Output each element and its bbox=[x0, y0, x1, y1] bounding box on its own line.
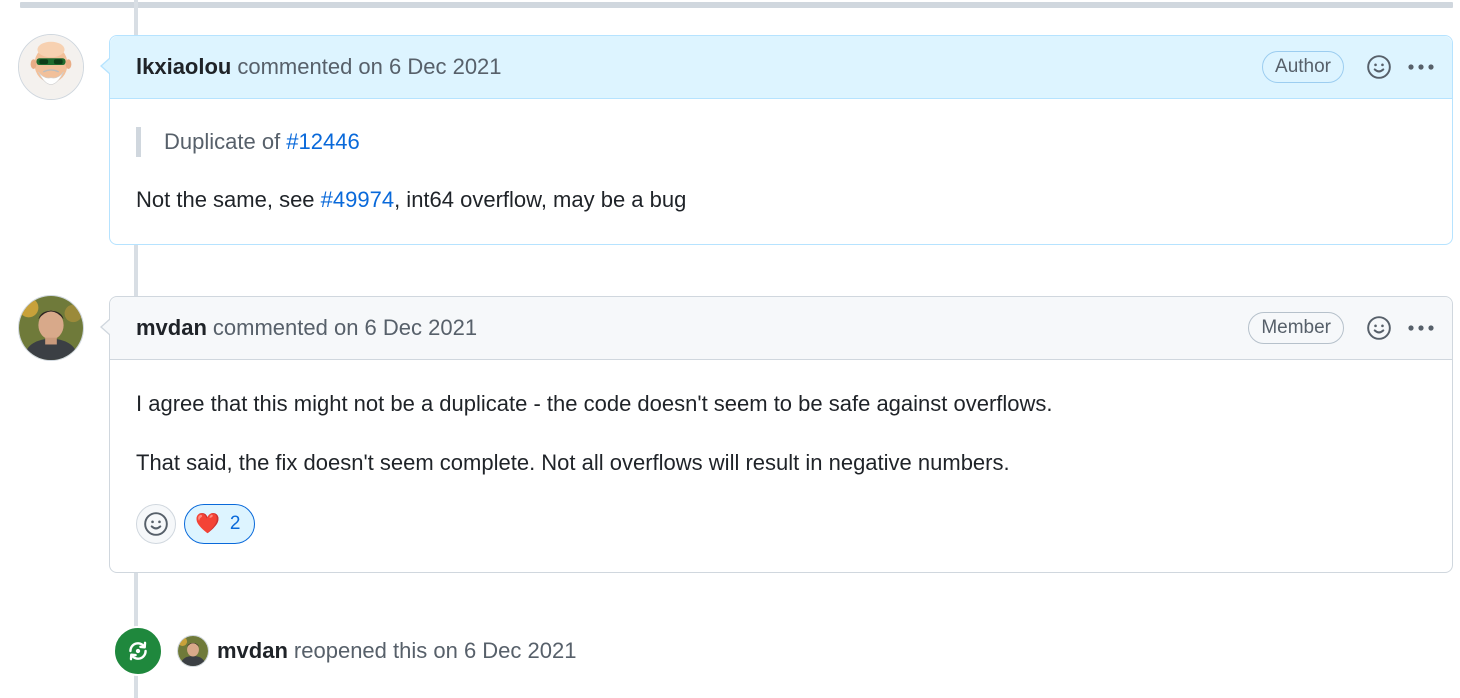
reopened-event: mvdan reopened this on 6 Dec 2021 bbox=[113, 626, 576, 676]
comment-options-button[interactable] bbox=[1406, 313, 1436, 343]
avatar-lkxiaolou[interactable] bbox=[18, 34, 84, 100]
add-reaction-button[interactable] bbox=[1364, 52, 1394, 82]
comment-paragraph: Not the same, see #49974, int64 overflow… bbox=[136, 185, 1426, 215]
comment-paragraph: I agree that this might not be a duplica… bbox=[136, 391, 1053, 416]
avatar-mvdan[interactable] bbox=[18, 295, 84, 361]
comment-timestamp[interactable]: commented on 6 Dec 2021 bbox=[237, 54, 501, 80]
add-reaction-button[interactable] bbox=[136, 504, 176, 544]
issue-link-12446[interactable]: #12446 bbox=[286, 129, 359, 154]
reopen-icon bbox=[113, 626, 163, 676]
author-badge: Author bbox=[1262, 51, 1344, 83]
smiley-icon bbox=[1367, 55, 1391, 79]
event-author-link[interactable]: mvdan bbox=[217, 638, 288, 664]
comment-author-link[interactable]: mvdan bbox=[136, 315, 207, 341]
smiley-icon bbox=[1367, 316, 1391, 340]
comment-body: I agree that this might not be a duplica… bbox=[110, 360, 1452, 568]
man-photo-avatar-icon bbox=[19, 296, 83, 360]
blockquote: Duplicate of #12446 bbox=[136, 127, 1426, 157]
comment-header: mvdan commented on 6 Dec 2021 Member bbox=[110, 297, 1452, 360]
heart-icon: ❤️ bbox=[195, 513, 220, 535]
issue-link-49974[interactable]: #49974 bbox=[321, 187, 394, 212]
smiley-icon bbox=[144, 512, 168, 536]
bald-man-sunglasses-avatar-icon bbox=[19, 35, 83, 99]
quote-text: Duplicate of bbox=[164, 129, 287, 154]
event-description[interactable]: reopened this on 6 Dec 2021 bbox=[294, 638, 577, 664]
reactions-bar: ❤️ 2 bbox=[136, 504, 1426, 544]
comment-paragraph: That said, the fix doesn't seem complete… bbox=[136, 450, 1010, 475]
kebab-horizontal-icon bbox=[1408, 64, 1434, 70]
previous-item-border bbox=[20, 2, 1453, 8]
reaction-count: 2 bbox=[229, 513, 241, 534]
kebab-horizontal-icon bbox=[1408, 325, 1434, 331]
paragraph-text-suffix: , int64 overflow, may be a bug bbox=[394, 187, 687, 212]
heart-reaction-button[interactable]: ❤️ 2 bbox=[184, 504, 256, 544]
comment-body: Duplicate of #12446 Not the same, see #4… bbox=[110, 99, 1452, 239]
comment-author-link[interactable]: lkxiaolou bbox=[136, 54, 231, 80]
comment-header: lkxiaolou commented on 6 Dec 2021 Author bbox=[110, 36, 1452, 99]
comment-options-button[interactable] bbox=[1406, 52, 1436, 82]
member-badge: Member bbox=[1248, 312, 1344, 344]
paragraph-text: Not the same, see bbox=[136, 187, 321, 212]
comment-card-lkxiaolou: lkxiaolou commented on 6 Dec 2021 Author… bbox=[100, 35, 1453, 245]
comment-timestamp[interactable]: commented on 6 Dec 2021 bbox=[213, 315, 477, 341]
man-photo-avatar-icon bbox=[178, 636, 208, 666]
add-reaction-button[interactable] bbox=[1364, 313, 1394, 343]
avatar-mvdan-small[interactable] bbox=[177, 635, 209, 667]
comment-card-mvdan: mvdan commented on 6 Dec 2021 Member I a… bbox=[100, 296, 1453, 573]
